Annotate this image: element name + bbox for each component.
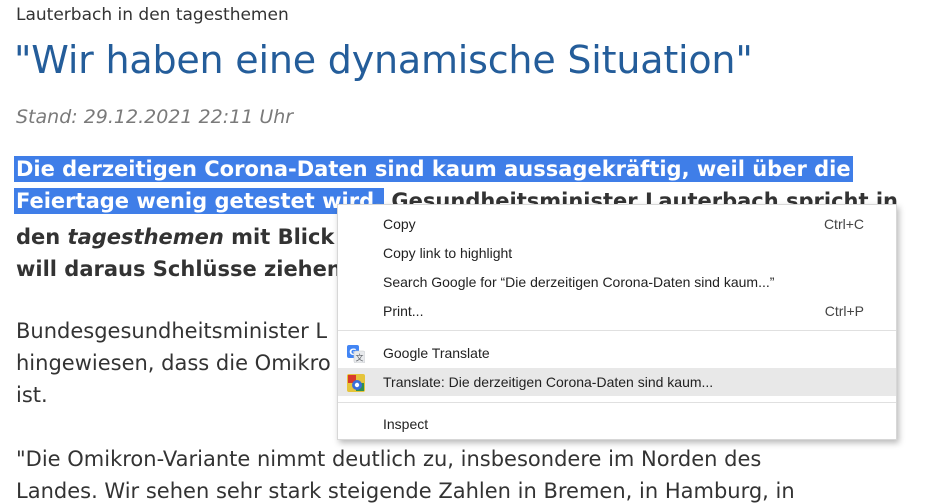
menu-item-google-translate[interactable]: G 文 Google Translate (338, 339, 896, 367)
menu-item-label: Inspect (383, 416, 429, 432)
article-headline: "Wir haben eine dynamische Situation" (14, 38, 753, 82)
menu-item-search-google[interactable]: Search Google for “Die derzeitigen Coron… (338, 268, 896, 296)
context-menu: Copy Ctrl+C Copy link to highlight Searc… (337, 204, 897, 440)
menu-item-inspect[interactable]: Inspect (338, 410, 896, 438)
teaser-line-1: Die derzeitigen Corona-Daten sind kaum a… (14, 156, 853, 182)
paragraph-line: Landes. Wir sehen sehr stark steigende Z… (16, 479, 795, 503)
paragraph-line: "Die Omikron-Variante nimmt deutlich zu,… (16, 447, 762, 471)
menu-item-translate-selection[interactable]: Translate: Die derzeitigen Corona-Daten … (338, 368, 896, 396)
menu-item-label: Google Translate (383, 345, 490, 361)
paragraph-line: Bundesgesundheitsminister L (16, 319, 328, 343)
menu-item-copy-link-to-highlight[interactable]: Copy link to highlight (338, 239, 896, 267)
teaser-line-3: den tagesthemen mit Blick au (16, 225, 371, 249)
menu-item-print[interactable]: Print... Ctrl+P (338, 297, 896, 325)
article-kicker: Lauterbach in den tagesthemen (16, 5, 289, 25)
menu-item-label: Print... (383, 303, 424, 319)
paragraph-line: ist. (16, 383, 48, 407)
teaser-line-4: will daraus Schlüsse ziehen. (16, 257, 350, 281)
menu-item-label: Copy (383, 216, 416, 232)
svg-text:文: 文 (356, 353, 364, 363)
tagesthemen-mention: tagesthemen (67, 225, 224, 249)
menu-item-shortcut: Ctrl+P (824, 303, 864, 319)
menu-item-label: Translate: Die derzeitigen Corona-Daten … (383, 374, 714, 390)
menu-separator (338, 330, 896, 331)
menu-separator (338, 402, 896, 403)
menu-item-label: Search Google for “Die derzeitigen Coron… (383, 274, 775, 290)
translate-extension-icon (347, 374, 365, 392)
selected-text[interactable]: Feiertage wenig getestet wird. (14, 188, 385, 214)
selected-text[interactable]: Die derzeitigen Corona-Daten sind kaum a… (14, 156, 853, 182)
google-translate-icon: G 文 (347, 345, 365, 363)
teaser-text: den (16, 225, 68, 249)
menu-item-shortcut: Ctrl+C (823, 216, 864, 232)
menu-item-label: Copy link to highlight (383, 245, 513, 261)
menu-item-copy[interactable]: Copy Ctrl+C (338, 210, 896, 238)
article-date: Stand: 29.12.2021 22:11 Uhr (16, 106, 294, 128)
paragraph-line: hingewiesen, dass die Omikro (16, 351, 331, 375)
